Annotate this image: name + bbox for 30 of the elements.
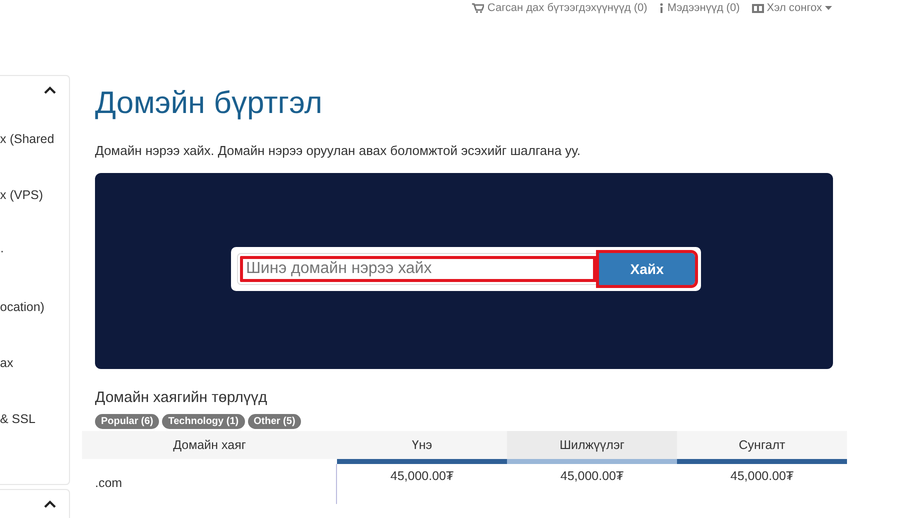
column-header[interactable]: Шилжүүлэг (507, 431, 677, 464)
cart-icon (472, 3, 484, 13)
column-header: Домайн хаяг (82, 431, 337, 459)
sidebar-item[interactable]: ax (0, 355, 69, 411)
category-tag[interactable]: Popular (6) (95, 414, 160, 429)
sidebar-item[interactable]: x (Shared (0, 131, 69, 187)
price-cell-text: 45,000.00₮ (559, 468, 625, 485)
section-title: Домайн хаягийн төрлүүд (95, 389, 268, 408)
top-nav-link[interactable]: Мэдээнүүд (0) (659, 1, 740, 15)
top-nav-link[interactable]: Хэл сонгох (752, 1, 832, 15)
column-header[interactable]: Үнэ (337, 431, 507, 464)
chevron-up-icon[interactable] (44, 500, 56, 508)
language-icon (752, 4, 764, 12)
chevron-up-icon[interactable] (44, 86, 56, 94)
intro-text: Домайн нэрээ хайх. Домайн нэрээ оруулан авах боломжтой эсэхийг шалгана уу. (95, 143, 582, 159)
info-icon (659, 3, 664, 13)
sidebar-item[interactable]: x (VPS) (0, 187, 69, 243)
category-tag[interactable]: Other (5) (248, 414, 302, 429)
top-nav-link[interactable]: Сагсан дах бүтээгдэхүүнүүд (0) (472, 1, 648, 15)
column-header[interactable]: Сунгалт (677, 431, 847, 464)
sidebar-item[interactable]: ocation) (0, 299, 69, 355)
sidebar-item[interactable]: & SSL (0, 411, 69, 467)
domain-cell: .com (82, 464, 337, 504)
category-tag[interactable]: Technology (1) (162, 414, 245, 429)
sidebar-item[interactable]: · (0, 243, 69, 299)
domain-search-field[interactable]: Шинэ домайн нэрээ хайх (237, 253, 599, 285)
price-cell-text: 45,000.00₮ (389, 468, 455, 485)
price-cell-text: 45,000.00₮ (729, 468, 795, 485)
page-title: Домэйн бүртгэл (95, 84, 324, 122)
search-button[interactable]: Хайх (599, 253, 695, 285)
